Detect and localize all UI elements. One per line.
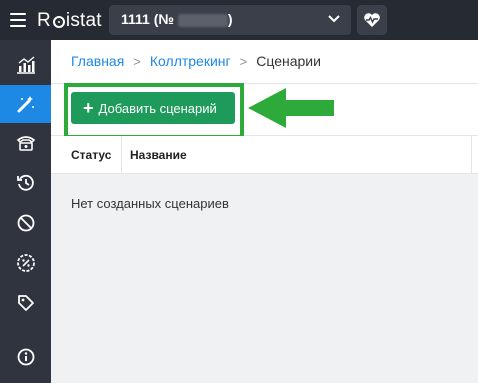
percent-badge-icon <box>16 254 35 272</box>
table-header: Статус Название <box>51 136 478 174</box>
sidebar <box>0 40 51 383</box>
magic-wand-icon <box>17 96 34 113</box>
project-label-end: ) <box>227 11 233 27</box>
sidebar-item-history[interactable] <box>0 164 51 202</box>
arrow-annotation-icon <box>248 88 334 128</box>
redacted-project-id <box>177 13 228 27</box>
plus-icon: + <box>83 98 94 118</box>
heart-pulse-icon <box>364 13 380 27</box>
telephone-icon <box>16 136 35 151</box>
breadcrumb-home[interactable]: Главная <box>71 53 124 69</box>
hamburger-icon[interactable] <box>10 13 26 27</box>
sidebar-item-blocked[interactable] <box>0 204 51 242</box>
breadcrumb-calltracking[interactable]: Коллтрекинг <box>150 53 231 69</box>
sidebar-item-phone[interactable] <box>0 124 51 162</box>
info-icon <box>17 348 34 366</box>
breadcrumb-separator: > <box>239 54 248 69</box>
blocked-icon <box>17 214 34 232</box>
column-divider <box>471 136 472 174</box>
breadcrumb: Главная > Коллтрекинг > Сценарии <box>51 40 478 84</box>
sidebar-item-calltracking[interactable] <box>0 85 51 123</box>
breadcrumb-separator: > <box>133 54 141 69</box>
sidebar-item-discounts[interactable] <box>0 244 51 282</box>
breadcrumb-current: Сценарии <box>256 53 321 69</box>
logo-text-end: istat <box>65 10 102 31</box>
empty-state-message: Нет созданных сценариев <box>71 196 229 211</box>
logo-o-glyph <box>52 16 65 28</box>
analytics-chart-icon <box>16 56 35 74</box>
project-selector[interactable]: 1111 (№ ) <box>109 5 351 35</box>
project-label: 1111 (№ <box>121 11 174 27</box>
sidebar-item-analytics[interactable] <box>0 46 51 84</box>
sidebar-item-tags[interactable] <box>0 284 51 322</box>
logo[interactable]: Ristat <box>37 10 102 32</box>
logo-text-start: R <box>37 10 51 31</box>
tag-icon <box>17 295 34 311</box>
column-header-name[interactable]: Название <box>122 136 195 174</box>
top-bar: Ristat 1111 (№ ) <box>0 0 478 40</box>
add-scenario-label: Добавить сценарий <box>98 100 217 116</box>
main-content: Главная > Коллтрекинг > Сценарии + Добавить с… <box>51 40 478 383</box>
history-icon <box>16 174 34 191</box>
column-header-status[interactable]: Статус <box>51 136 122 174</box>
add-scenario-button[interactable]: + Добавить сценарий <box>71 92 235 124</box>
health-button[interactable] <box>357 5 387 35</box>
sidebar-item-info[interactable] <box>0 338 51 376</box>
chevron-down-icon <box>328 15 340 23</box>
